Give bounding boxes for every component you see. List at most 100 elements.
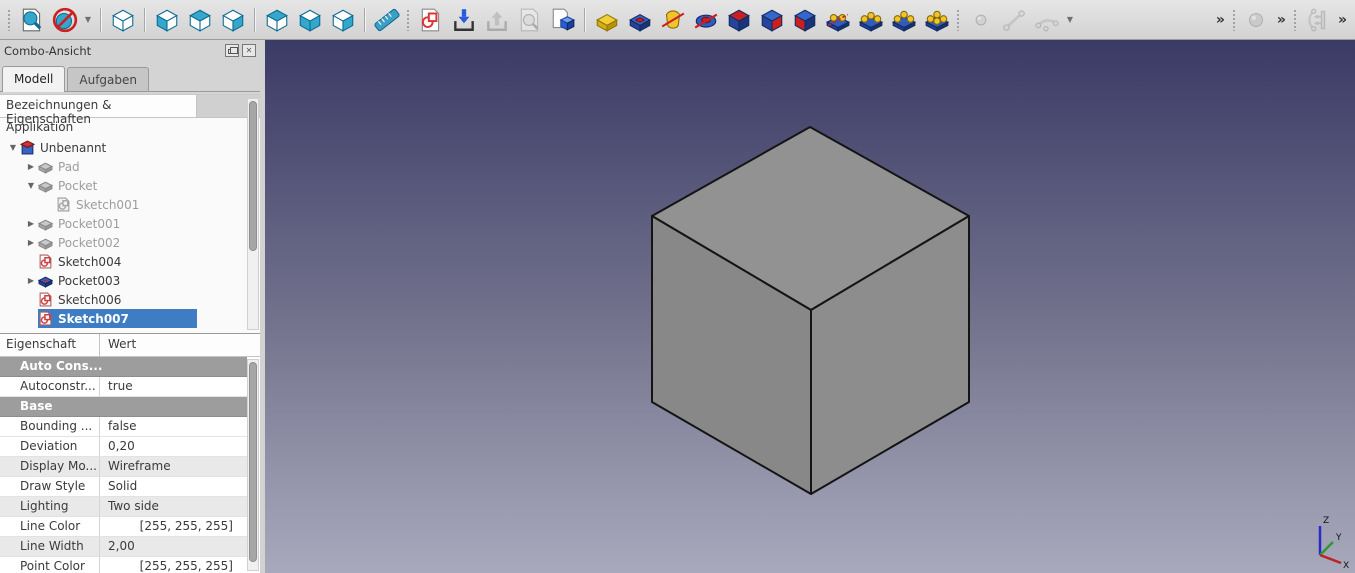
property-row[interactable]: Bounding ... false <box>0 417 247 437</box>
property-row[interactable]: Line Width 2,00 <box>0 537 247 557</box>
tree-item-pad[interactable]: ▶ Pad <box>0 157 260 176</box>
property-col-name: Eigenschaft <box>0 334 100 356</box>
create-sketch-icon[interactable] <box>416 5 445 34</box>
carbon-copy-icon[interactable] <box>1303 5 1332 34</box>
draw-style-caret[interactable]: ▼ <box>81 15 95 24</box>
cube-model[interactable] <box>265 40 1355 573</box>
view-left-icon[interactable] <box>328 5 357 34</box>
toolbar-handle[interactable] <box>406 8 411 31</box>
property-row[interactable]: Line Color [255, 255, 255] <box>0 517 247 537</box>
property-value[interactable]: [255, 255, 255] <box>100 517 247 536</box>
sketch-line-icon[interactable] <box>999 5 1028 34</box>
tree-item-pocket[interactable]: ▼ Pocket <box>0 176 260 195</box>
tree-header[interactable]: Bezeichnungen & Eigenschaften <box>0 95 260 126</box>
overflow-chevron[interactable]: » <box>1212 12 1229 28</box>
tree-item-sketch007[interactable]: Sketch007 <box>0 309 260 328</box>
view-rear-icon[interactable] <box>262 5 291 34</box>
property-value[interactable]: Solid <box>100 477 247 496</box>
linear-pattern-icon[interactable] <box>856 5 885 34</box>
tree-item-pocket003[interactable]: ▶ Pocket003 <box>0 271 260 290</box>
tree-scrollbar[interactable] <box>247 98 259 330</box>
property-value[interactable]: false <box>100 417 247 436</box>
tree-root-application[interactable]: Applikation <box>0 118 260 138</box>
separator <box>584 7 585 32</box>
property-header[interactable]: Eigenschaft Wert <box>0 334 260 357</box>
expander-icon[interactable]: ▼ <box>6 143 20 152</box>
view-sketch-icon[interactable] <box>515 5 544 34</box>
property-row[interactable]: Lighting Two side <box>0 497 247 517</box>
tab-aufgaben[interactable]: Aufgaben <box>67 67 149 91</box>
toolbar-handle[interactable] <box>1292 8 1298 31</box>
expander-icon[interactable]: ▼ <box>24 181 38 190</box>
view-axonometric-icon[interactable] <box>108 5 137 34</box>
sketch-point-icon[interactable] <box>966 5 995 34</box>
property-name: Point Color <box>0 557 100 573</box>
tree-scrollbar-thumb[interactable] <box>249 101 257 251</box>
edit-sketch-icon[interactable] <box>449 5 478 34</box>
multitransform-icon[interactable] <box>922 5 951 34</box>
expander-icon[interactable]: ▶ <box>24 276 38 285</box>
fillet-icon[interactable] <box>724 5 753 34</box>
expander-icon[interactable]: ▶ <box>24 162 38 171</box>
tree-item-sketch004[interactable]: Sketch004 <box>0 252 260 271</box>
tree-item-pocket002[interactable]: ▶ Pocket002 <box>0 233 260 252</box>
revolution-icon[interactable] <box>658 5 687 34</box>
tree-item-label: Sketch001 <box>76 197 140 212</box>
3d-viewport[interactable]: Z Y X <box>265 40 1355 573</box>
property-value[interactable]: 2,00 <box>100 537 247 556</box>
separator <box>364 7 365 32</box>
view-front-icon[interactable] <box>152 5 181 34</box>
map-sketch-icon[interactable] <box>548 5 577 34</box>
mirrored-icon[interactable] <box>823 5 852 34</box>
draw-style-icon[interactable] <box>50 5 79 34</box>
tree-item-pocket001[interactable]: ▶ Pocket001 <box>0 214 260 233</box>
property-group-row[interactable]: Auto Cons... <box>0 357 247 377</box>
expander-icon[interactable]: ▶ <box>24 219 38 228</box>
view-right-icon[interactable] <box>218 5 247 34</box>
toolbar-handle[interactable] <box>7 8 12 31</box>
property-name: Autoconstr... <box>0 377 100 396</box>
property-value[interactable]: 0,20 <box>100 437 247 456</box>
property-group-row[interactable]: Base <box>0 397 247 417</box>
close-panel-button[interactable]: ✕ <box>242 44 256 57</box>
property-row[interactable]: Autoconstr... true <box>0 377 247 397</box>
groove-icon[interactable] <box>691 5 720 34</box>
property-value[interactable]: [255, 255, 255] <box>100 557 247 573</box>
sketch-red-icon <box>38 311 55 326</box>
polar-pattern-icon[interactable] <box>889 5 918 34</box>
property-row[interactable]: Draw Style Solid <box>0 477 247 497</box>
overflow-chevron[interactable]: » <box>1273 12 1290 28</box>
measure-icon[interactable] <box>372 5 401 34</box>
tree-item-sketch006[interactable]: Sketch006 <box>0 290 260 309</box>
expander-icon[interactable]: ▶ <box>24 238 38 247</box>
chamfer-icon[interactable] <box>757 5 786 34</box>
geometry-caret[interactable]: ▼ <box>1063 15 1077 24</box>
float-panel-button[interactable] <box>225 44 239 57</box>
toolbar-handle[interactable] <box>956 8 961 31</box>
overflow-chevron[interactable]: » <box>1334 12 1351 28</box>
view-fit-icon[interactable] <box>17 5 46 34</box>
property-scrollbar-thumb[interactable] <box>249 362 257 562</box>
tree-item-unbenannt[interactable]: ▼ Unbenannt <box>0 138 260 157</box>
property-value[interactable]: true <box>100 377 247 396</box>
sketch-arc-icon[interactable] <box>1032 5 1061 34</box>
draft-icon[interactable] <box>790 5 819 34</box>
tab-modell[interactable]: Modell <box>2 66 66 92</box>
panel-title-bar[interactable]: Combo-Ansicht ✕ <box>0 40 260 61</box>
pad-icon[interactable] <box>592 5 621 34</box>
property-scrollbar[interactable] <box>247 359 259 571</box>
constraint-point-icon[interactable] <box>1242 5 1271 34</box>
property-row[interactable]: Deviation 0,20 <box>0 437 247 457</box>
pad-gray-icon <box>38 235 55 250</box>
tree-item-sketch001[interactable]: Sketch001 <box>0 195 260 214</box>
leave-sketch-icon[interactable] <box>482 5 511 34</box>
view-bottom-icon[interactable] <box>295 5 324 34</box>
property-row[interactable]: Display Mo... Wireframe <box>0 457 247 477</box>
view-top-icon[interactable] <box>185 5 214 34</box>
toolbar-handle[interactable] <box>1231 8 1237 31</box>
tree-item-label: Unbenannt <box>40 140 107 155</box>
property-value[interactable]: Two side <box>100 497 247 516</box>
property-row[interactable]: Point Color [255, 255, 255] <box>0 557 247 573</box>
property-value[interactable]: Wireframe <box>100 457 247 476</box>
pocket-icon[interactable] <box>625 5 654 34</box>
